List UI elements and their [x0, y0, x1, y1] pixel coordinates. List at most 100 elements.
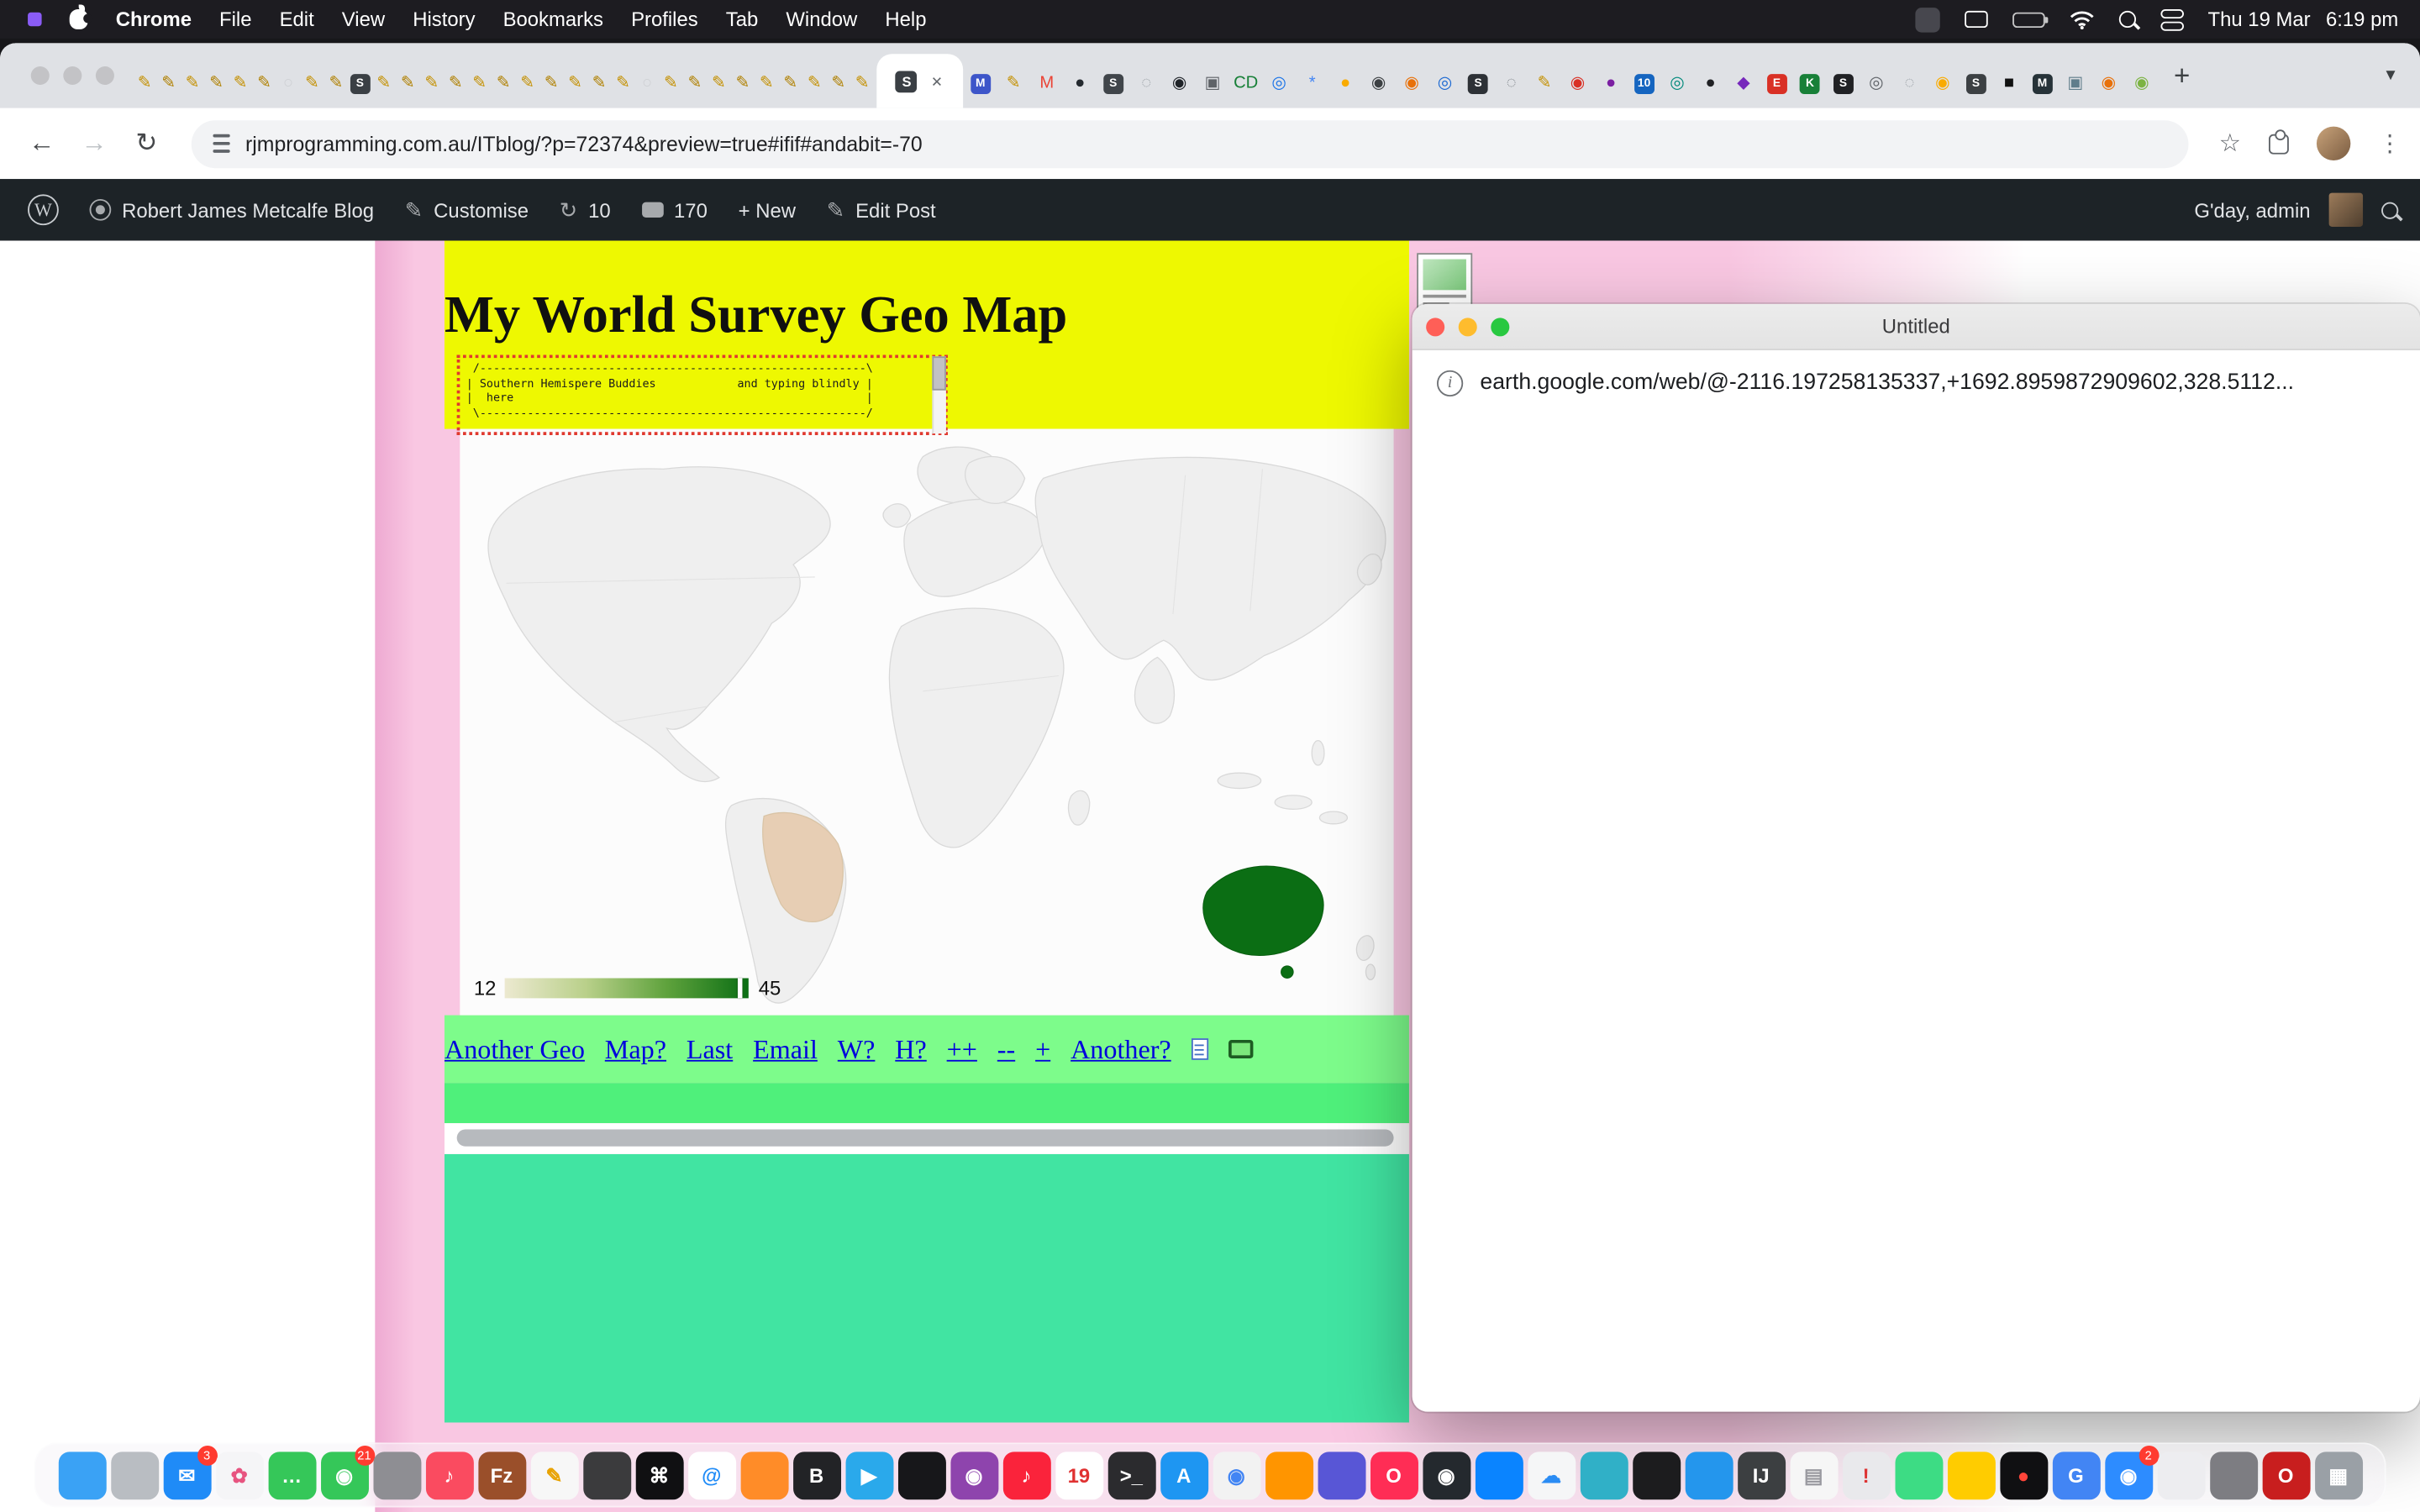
browser-tab[interactable]: ◉: [1163, 59, 1196, 108]
dock-app-icon[interactable]: [740, 1451, 788, 1499]
menubar-extension-icon[interactable]: [28, 13, 42, 27]
browser-tab[interactable]: ◉: [2125, 59, 2158, 108]
menubar-item-file[interactable]: File: [219, 8, 251, 31]
dock-app-icon[interactable]: !: [1842, 1451, 1890, 1499]
browser-tab[interactable]: ✎: [563, 59, 587, 108]
account-greeting[interactable]: G'day, admin: [2194, 198, 2310, 222]
browser-tab[interactable]: ✎: [444, 59, 467, 108]
site-name-menu[interactable]: Robert James Metcalfe Blog: [74, 179, 389, 240]
browser-tab[interactable]: ✎: [611, 59, 634, 108]
browser-tab[interactable]: M: [964, 59, 997, 108]
dock-app-icon[interactable]: >_: [1107, 1451, 1155, 1499]
spotlight-icon[interactable]: [2118, 11, 2135, 28]
info-icon[interactable]: i: [1437, 370, 1463, 396]
dock-app-icon[interactable]: IJ: [1737, 1451, 1785, 1499]
dock-app-icon[interactable]: [1580, 1451, 1628, 1499]
dock-app-icon[interactable]: [582, 1451, 630, 1499]
page-link[interactable]: Another?: [1071, 1033, 1171, 1066]
browser-tab[interactable]: ✎: [300, 59, 324, 108]
terminal-screen-icon[interactable]: [1228, 1040, 1253, 1058]
dock-app-icon[interactable]: [1632, 1451, 1680, 1499]
page-link[interactable]: W?: [838, 1033, 876, 1066]
region-philippines[interactable]: [1312, 741, 1324, 765]
active-tab[interactable]: S ×: [876, 54, 962, 108]
browser-tab[interactable]: M: [2026, 59, 2059, 108]
page-link[interactable]: Last: [687, 1033, 733, 1066]
browser-tab[interactable]: M: [1030, 59, 1063, 108]
browser-tab[interactable]: ✎: [181, 59, 204, 108]
page-link[interactable]: +: [1035, 1033, 1050, 1066]
page-link[interactable]: Email: [753, 1033, 818, 1066]
minimize-window-button[interactable]: [63, 66, 82, 85]
dock-app-icon[interactable]: ♪: [1002, 1451, 1050, 1499]
menubar-item-window[interactable]: Window: [786, 8, 857, 31]
browser-tab[interactable]: ○: [276, 59, 300, 108]
dock-app-icon[interactable]: ◉: [1213, 1451, 1260, 1499]
dock-app-icon[interactable]: ⌘: [635, 1451, 683, 1499]
dock-app-icon[interactable]: [373, 1451, 421, 1499]
browser-tab[interactable]: ✎: [204, 59, 228, 108]
display-icon[interactable]: [1964, 11, 1987, 28]
clipboard-icon[interactable]: [1192, 1038, 1208, 1060]
control-center-icon[interactable]: [2160, 8, 2184, 30]
comments-menu[interactable]: 170: [626, 179, 723, 240]
browser-tab[interactable]: ✎: [252, 59, 276, 108]
textarea-scrollbar[interactable]: [932, 356, 946, 433]
browser-tab[interactable]: ◉: [2092, 59, 2125, 108]
dock-app-icon[interactable]: ✎: [530, 1451, 578, 1499]
profile-avatar[interactable]: [2317, 127, 2350, 160]
browser-tab[interactable]: ●: [1594, 59, 1627, 108]
browser-tab[interactable]: ✎: [420, 59, 444, 108]
dock-app-icon[interactable]: ◉2: [2104, 1451, 2152, 1499]
menubar-item-profiles[interactable]: Profiles: [631, 8, 698, 31]
browser-tab[interactable]: ●: [1064, 59, 1097, 108]
browser-tab[interactable]: ◌: [1495, 59, 1528, 108]
forward-button[interactable]: →: [71, 128, 117, 159]
menubar-item-edit[interactable]: Edit: [280, 8, 314, 31]
dock-app-icon[interactable]: ✉3: [163, 1451, 211, 1499]
extensions-icon[interactable]: [2269, 134, 2289, 154]
browser-tab[interactable]: ◉: [1395, 59, 1428, 108]
dock-app-icon[interactable]: O: [2262, 1451, 2310, 1499]
browser-tab[interactable]: ◌: [1893, 59, 1926, 108]
browser-tab[interactable]: ✎: [229, 59, 252, 108]
apple-menu-icon[interactable]: [70, 9, 88, 29]
browser-tab[interactable]: ◆: [1727, 59, 1760, 108]
menubar-item-bookmarks[interactable]: Bookmarks: [503, 8, 603, 31]
browser-tab[interactable]: ◎: [1860, 59, 1892, 108]
menubar-item-chrome[interactable]: Chrome: [116, 8, 192, 31]
dock-app-icon[interactable]: [1947, 1451, 1995, 1499]
browser-tab[interactable]: ✎: [707, 59, 730, 108]
browser-tab[interactable]: ✎: [827, 59, 850, 108]
dock-app-icon[interactable]: ◉: [950, 1451, 998, 1499]
browser-tab[interactable]: ●: [1328, 59, 1361, 108]
admin-search-icon[interactable]: [2381, 202, 2398, 218]
close-window-button[interactable]: [31, 66, 50, 85]
dock-app-icon[interactable]: [110, 1451, 158, 1499]
dock-app-icon[interactable]: ◉21: [320, 1451, 368, 1499]
wifi-icon[interactable]: [2069, 10, 2093, 29]
new-content-menu[interactable]: + New: [723, 179, 811, 240]
browser-tab[interactable]: ✎: [1528, 59, 1560, 108]
dock-app-icon[interactable]: @: [687, 1451, 735, 1499]
dock-app-icon[interactable]: [2209, 1451, 2257, 1499]
menubar-item-history[interactable]: History: [413, 8, 475, 31]
browser-tab[interactable]: ◌: [1129, 59, 1162, 108]
menubar-clock[interactable]: Thu 19 Mar 6:19 pm: [2208, 8, 2399, 31]
menubar-item-view[interactable]: View: [342, 8, 385, 31]
bookmark-star-icon[interactable]: ☆: [2219, 128, 2241, 159]
dock-app-icon[interactable]: [1895, 1451, 1943, 1499]
browser-tab[interactable]: ✎: [850, 59, 874, 108]
browser-tab[interactable]: ▣: [2059, 59, 2091, 108]
back-button[interactable]: ←: [18, 128, 65, 159]
browser-tab[interactable]: *: [1296, 59, 1328, 108]
browser-tab[interactable]: S: [1461, 59, 1494, 108]
browser-tab[interactable]: ✎: [372, 59, 396, 108]
browser-tab[interactable]: ✎: [156, 59, 180, 108]
browser-tab[interactable]: 10: [1628, 59, 1660, 108]
browser-tab[interactable]: ◎: [1660, 59, 1693, 108]
browser-tab[interactable]: ✎: [587, 59, 611, 108]
dock-app-icon[interactable]: [1318, 1451, 1365, 1499]
browser-tab[interactable]: ✎: [492, 59, 515, 108]
wp-logo-menu[interactable]: W: [13, 179, 74, 240]
